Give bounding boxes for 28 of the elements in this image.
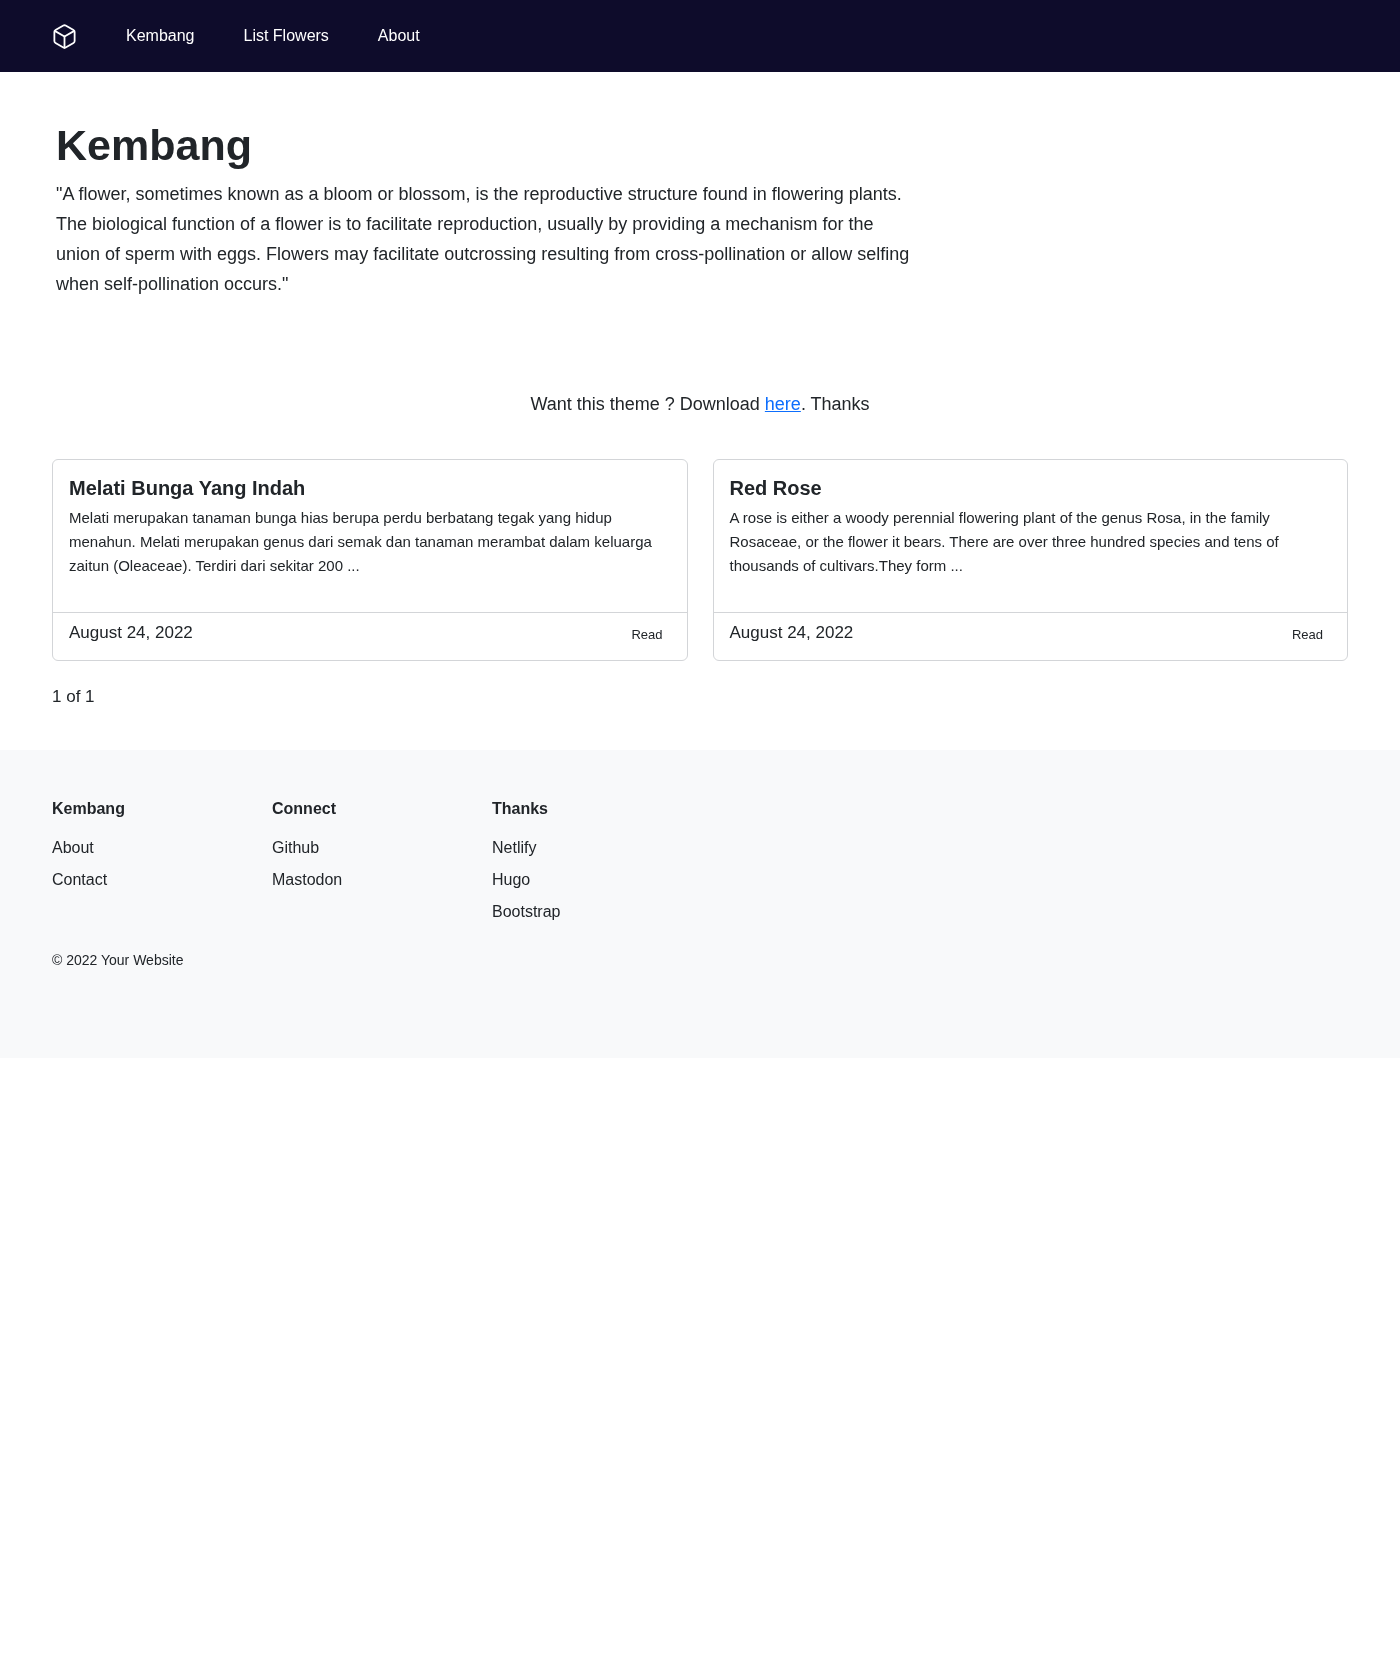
post-excerpt: Melati merupakan tanaman bunga hias berupa perdu berbatang tegak yang hidup menahun. Melati merupakan genus dari semak dan tanaman merambat dalam keluarga zaitun (Oleaceae). Terdiri dari sekitar 200 ...	[69, 508, 653, 576]
post-date: August 24, 2022	[729, 622, 854, 644]
intro-quote: "A flower, sometimes known as a bloom or blossom, is the reproductive structure found in flowering plants. The biological function of a flower is to facilitate reproduction, usually by providing a mechanism for the union of sperm with eggs. Flowers may facilitate outcrossing resulting from cross-pollination or allow selfing when self-pollination occurs."	[56, 183, 911, 296]
read-button[interactable]: Read	[1283, 621, 1331, 649]
nav-link[interactable]: About	[377, 24, 420, 48]
post-excerpt: A rose is either a woody perennial flowering plant of the genus Rosa, in the family Rosaceae, or the flower it bears. There are over three hundred species and tens of thousands of cultivars.They form ...	[729, 508, 1280, 576]
page-indicator: 1 of 1	[51, 686, 96, 708]
download-note: Want this theme ? Download here. Thanks	[529, 393, 871, 416]
footer-link[interactable]: Github	[272, 832, 320, 864]
nav-link[interactable]: List Flowers	[243, 24, 329, 48]
copyright-text: © 2022 Your Website	[52, 951, 185, 970]
footer-link[interactable]: Contact	[52, 864, 108, 896]
footer-heading: Connect	[272, 799, 337, 819]
read-button[interactable]: Read	[623, 621, 671, 649]
download-link[interactable]: here	[764, 394, 801, 414]
post-date: August 24, 2022	[69, 622, 193, 644]
footer-link[interactable]: About	[52, 832, 94, 864]
cube-icon[interactable]	[51, 22, 78, 50]
footer-link[interactable]: Mastodon	[272, 864, 343, 896]
footer-link[interactable]: Bootstrap	[492, 896, 561, 928]
footer-heading: Kembang	[52, 799, 126, 819]
page-title: Kembang	[56, 120, 253, 171]
post-title[interactable]: Melati Bunga Yang Indah	[69, 474, 671, 502]
nav-link[interactable]: Kembang	[126, 24, 195, 48]
post-title[interactable]: Red Rose	[729, 474, 1331, 502]
footer-link[interactable]: Hugo	[492, 864, 531, 896]
footer-heading: Thanks	[492, 799, 549, 819]
footer-link[interactable]: Netlify	[492, 832, 537, 864]
